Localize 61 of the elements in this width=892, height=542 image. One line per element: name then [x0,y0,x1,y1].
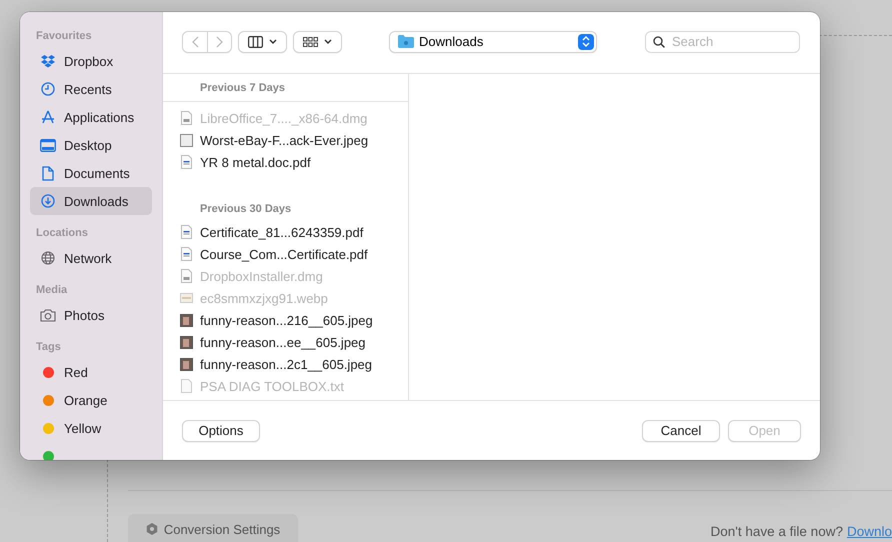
sidebar-section-title: Favourites [35,30,93,42]
clock-icon [41,82,55,96]
photo-thumbnail-icon [180,336,193,348]
download-icon [41,194,55,208]
sidebar-item[interactable]: Network [30,244,152,272]
hint-text: Don't have a file now? [710,524,843,539]
file-item[interactable]: Worst-eBay-F...ack-Ever.jpeg [163,129,408,151]
globe-icon [41,251,55,265]
group-header: Previous 30 Days [199,202,292,217]
stepper-icon [582,36,590,47]
sidebar-item[interactable]: Dropbox [30,47,152,75]
hexagon-icon [146,523,158,535]
search-field[interactable]: Search [645,30,800,52]
chevron-left-icon [192,36,198,48]
columns-icon [248,36,263,48]
sidebar-section-title: Locations [35,227,89,239]
grid-icon [303,36,318,46]
sidebar-item[interactable]: Photos [30,301,152,329]
file-item[interactable]: Course_Com...Certificate.pdf [163,243,408,265]
file-item[interactable]: YR 8 metal.doc.pdf [163,151,408,173]
sidebar-item[interactable]: Applications [30,103,152,131]
folder-icon [398,35,414,48]
sidebar-item[interactable]: Orange [30,386,152,414]
sidebar-section-title: Tags [35,341,62,353]
pdf-file-icon [181,247,192,261]
photo-thumbnail-icon [180,314,193,326]
dialog-button[interactable]: Cancel [642,420,720,442]
file-item[interactable]: funny-reason...2c1__605.jpeg [163,353,408,375]
sidebar-item[interactable]: Documents [30,159,152,187]
dropbox-icon [41,54,55,68]
file-item[interactable]: Certificate_81...6243359.pdf [163,221,408,243]
pdf-file-icon [181,225,192,239]
sidebar-item[interactable]: Recents [30,75,152,103]
image-file-icon [180,134,193,146]
photo-thumbnail-icon [180,358,193,370]
text-file-icon [181,379,192,393]
document-icon [42,166,54,180]
file-item[interactable]: funny-reason...216__605.jpeg [163,309,408,331]
chevron-down-icon [324,39,332,44]
disk-image-icon [181,111,192,125]
image-file-icon [180,293,193,303]
chevron-right-icon [216,36,223,48]
desktop-icon [40,138,56,152]
sidebar-item[interactable]: Downloads [30,187,152,215]
sidebar-item[interactable]: Desktop [30,131,152,159]
sidebar-item[interactable]: Yellow [30,414,152,442]
app-store-icon [41,110,55,124]
view-mode-button[interactable] [238,30,287,52]
location-popup[interactable]: Downloads [389,30,597,52]
file-item[interactable]: funny-reason...ee__605.jpeg [163,331,408,353]
camera-icon [40,308,56,322]
sidebar-section-title: Media [35,284,68,296]
chevron-down-icon [269,39,277,44]
options-button[interactable]: Options [182,420,260,442]
sidebar-item[interactable]: Red [30,358,152,386]
conversion-settings-button[interactable]: Conversion Settings [128,514,298,542]
disk-image-icon [181,269,192,283]
group-by-button[interactable] [293,30,342,52]
search-icon [653,36,665,48]
group-header: Previous 7 Days [163,74,408,102]
pdf-file-icon [181,155,192,169]
